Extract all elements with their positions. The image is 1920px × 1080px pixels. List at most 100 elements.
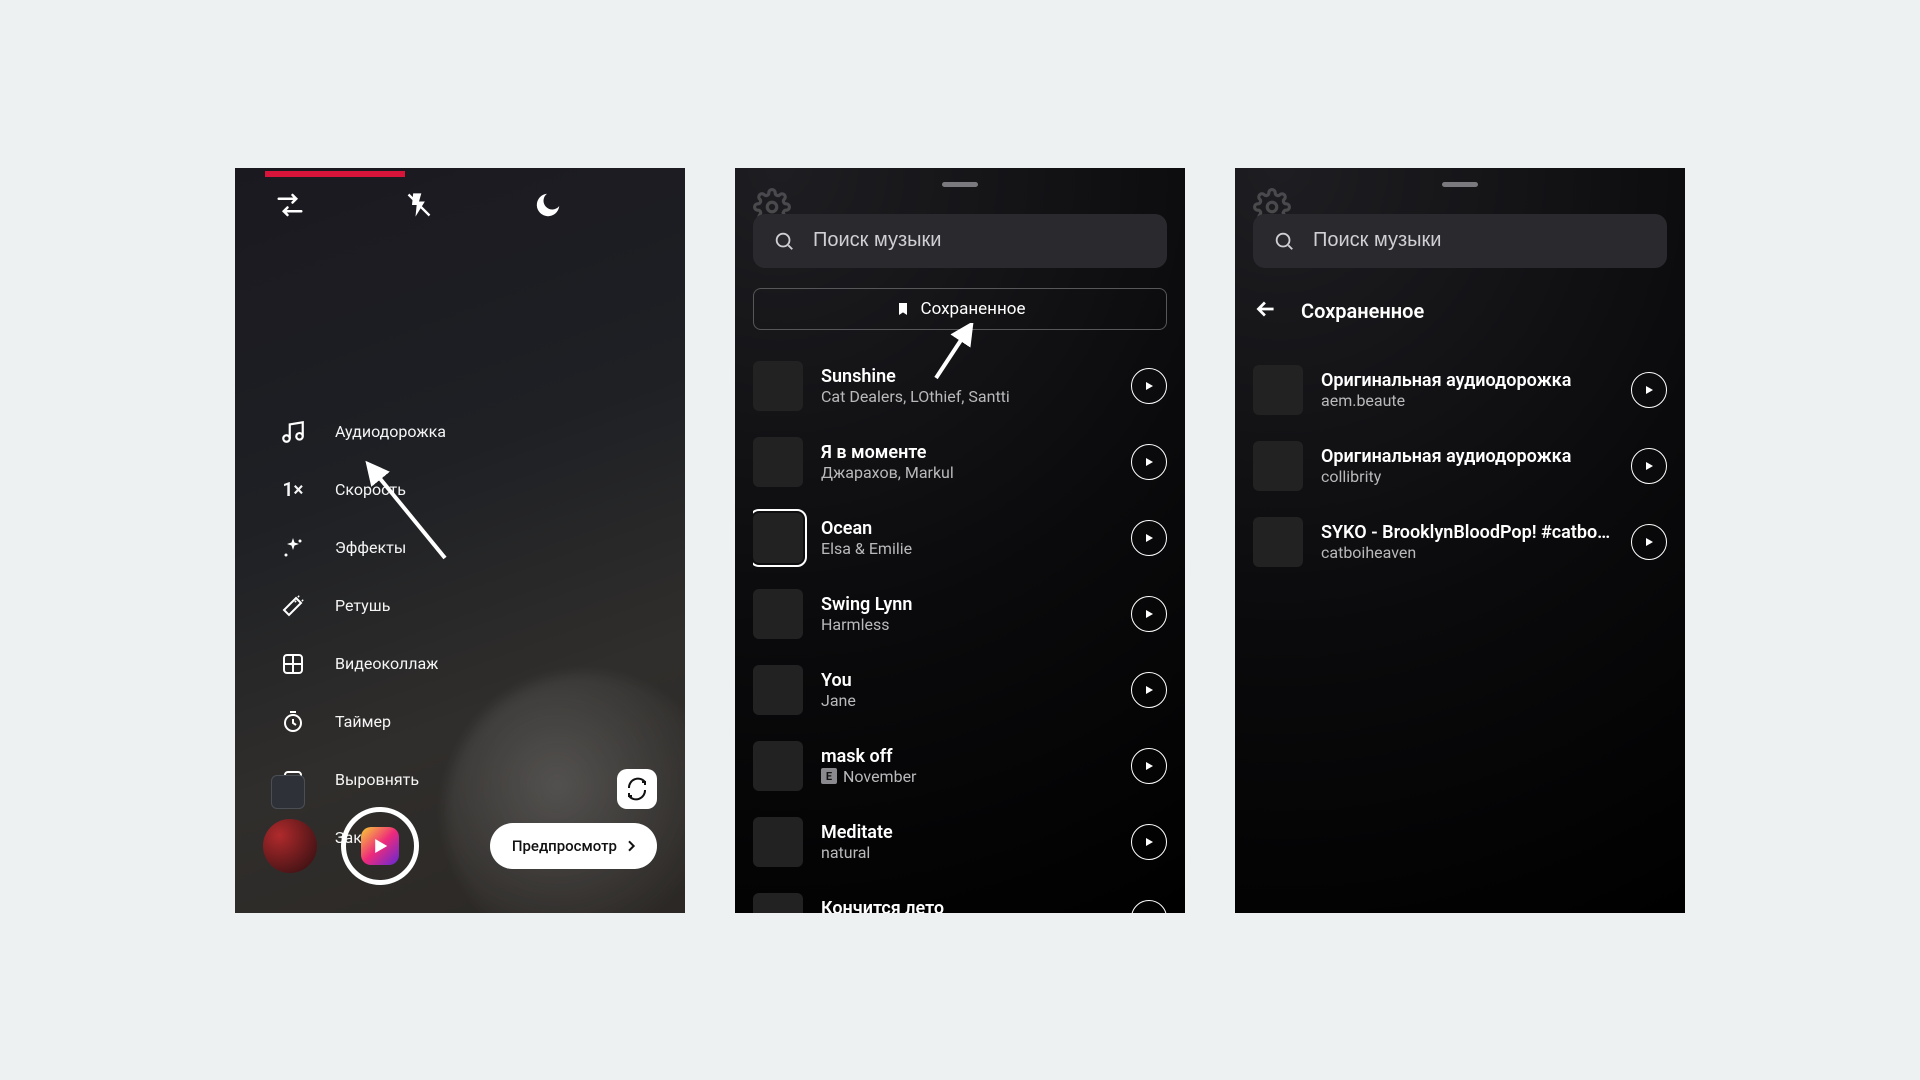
screen-saved-music: Сохраненное Оригинальная аудиодорожка ae…	[1235, 168, 1685, 913]
album-cover	[753, 361, 803, 411]
song-info: Swing Lynn Harmless	[821, 594, 1113, 634]
play-button[interactable]	[1131, 672, 1167, 708]
search-bar[interactable]	[1253, 214, 1667, 268]
play-icon	[1643, 384, 1655, 396]
timer-icon	[279, 708, 307, 736]
song-info: SYKO - BrooklynBloodPop! #catboiheaven c…	[1321, 522, 1613, 562]
decor-bar	[265, 171, 405, 177]
menu-timer[interactable]: Таймер	[279, 708, 446, 736]
search-bar[interactable]	[753, 214, 1167, 268]
album-cover	[753, 665, 803, 715]
song-info: Ocean Elsa & Emilie	[821, 518, 1113, 558]
play-button[interactable]	[1131, 596, 1167, 632]
song-info: Я в моменте Джарахов, Markul	[821, 442, 1113, 482]
drag-handle-icon[interactable]	[1442, 182, 1478, 187]
play-button[interactable]	[1631, 448, 1667, 484]
capture-button[interactable]	[341, 807, 419, 885]
back-button[interactable]	[1253, 296, 1279, 327]
search-input[interactable]	[813, 229, 1147, 252]
song-artist: catboiheaven	[1321, 543, 1613, 562]
play-button[interactable]	[1631, 372, 1667, 408]
song-info: Кончится лето Кино	[821, 898, 1113, 913]
song-list: Sunshine Cat Dealers, LOthief, Santti Я …	[753, 348, 1167, 913]
song-artist: Джарахов, Markul	[821, 463, 1113, 482]
album-cover	[1253, 517, 1303, 567]
swap-arrows-icon[interactable]	[275, 190, 305, 224]
album-cover	[753, 589, 803, 639]
menu-label: Эффекты	[335, 538, 406, 557]
menu-speed[interactable]: 1× Скорость	[279, 476, 446, 504]
menu-label: Скорость	[335, 480, 406, 499]
song-title: Ocean	[821, 518, 1113, 539]
menu-label: Выровнять	[335, 770, 419, 789]
play-button[interactable]	[1131, 748, 1167, 784]
album-cover	[753, 817, 803, 867]
menu-audio[interactable]: Аудиодорожка	[279, 418, 446, 446]
gallery-preview[interactable]	[271, 775, 305, 809]
song-row[interactable]: Sunshine Cat Dealers, LOthief, Santti	[753, 348, 1167, 424]
song-title: Я в моменте	[821, 442, 1113, 463]
music-note-icon	[279, 418, 307, 446]
song-row[interactable]: Meditate natural	[753, 804, 1167, 880]
play-icon	[1643, 460, 1655, 472]
song-info: You Jane	[821, 670, 1113, 710]
preview-button[interactable]: Предпросмотр	[490, 823, 657, 869]
flash-off-icon[interactable]	[405, 191, 433, 223]
play-icon	[1143, 836, 1155, 848]
song-row[interactable]: Ocean Elsa & Emilie	[753, 500, 1167, 576]
song-artist: natural	[821, 843, 1113, 862]
switch-camera-button[interactable]	[617, 769, 657, 809]
song-row[interactable]: SYKO - BrooklynBloodPop! #catboiheaven c…	[1253, 504, 1667, 580]
song-row[interactable]: mask off ENovember	[753, 728, 1167, 804]
night-mode-icon[interactable]	[533, 190, 563, 224]
play-button[interactable]	[1131, 900, 1167, 913]
song-row[interactable]: Оригинальная аудиодорожка collibrity	[1253, 428, 1667, 504]
screen-music-search: Сохраненное Sunshine Cat Dealers, LOthie…	[735, 168, 1185, 913]
song-artist: aem.beaute	[1321, 391, 1613, 410]
play-icon	[1143, 684, 1155, 696]
album-cover	[1253, 365, 1303, 415]
song-artist: ENovember	[821, 767, 1113, 786]
drag-handle-icon[interactable]	[942, 182, 978, 187]
song-row[interactable]: Я в моменте Джарахов, Markul	[753, 424, 1167, 500]
reels-icon	[361, 827, 399, 865]
song-title: SYKO - BrooklynBloodPop! #catboiheaven	[1321, 522, 1613, 543]
song-title: Оригинальная аудиодорожка	[1321, 370, 1613, 391]
menu-touchup[interactable]: Ретушь	[279, 592, 446, 620]
song-row[interactable]: Оригинальная аудиодорожка aem.beaute	[1253, 352, 1667, 428]
bottom-bar: Предпросмотр	[235, 807, 685, 885]
explicit-badge: E	[821, 768, 837, 784]
play-button[interactable]	[1131, 520, 1167, 556]
album-cover	[1253, 441, 1303, 491]
screen-reels-camera: Аудиодорожка 1× Скорость Эффекты Ретушь …	[235, 168, 685, 913]
menu-collage[interactable]: Видеоколлаж	[279, 650, 446, 678]
song-row[interactable]: Swing Lynn Harmless	[753, 576, 1167, 652]
saved-song-list: Оригинальная аудиодорожка aem.beaute Ори…	[1253, 352, 1667, 580]
play-button[interactable]	[1131, 824, 1167, 860]
song-title: Кончится лето	[821, 898, 1113, 913]
album-cover	[753, 741, 803, 791]
song-row[interactable]: LETO Кончится лето Кино	[753, 880, 1167, 913]
album-cover: LETO	[753, 893, 803, 913]
song-info: Оригинальная аудиодорожка aem.beaute	[1321, 370, 1613, 410]
song-title: You	[821, 670, 1113, 691]
song-artist: Cat Dealers, LOthief, Santti	[821, 387, 1113, 406]
song-artist: collibrity	[1321, 467, 1613, 486]
menu-effects[interactable]: Эффекты	[279, 534, 446, 562]
menu-label: Аудиодорожка	[335, 422, 446, 441]
song-title: Meditate	[821, 822, 1113, 843]
play-icon	[1643, 536, 1655, 548]
song-info: Оригинальная аудиодорожка collibrity	[1321, 446, 1613, 486]
preview-label: Предпросмотр	[512, 837, 617, 855]
song-row[interactable]: You Jane	[753, 652, 1167, 728]
play-button[interactable]	[1131, 444, 1167, 480]
play-icon	[1143, 912, 1155, 913]
saved-label: Сохраненное	[921, 299, 1026, 319]
saved-button[interactable]: Сохраненное	[753, 288, 1167, 330]
search-input[interactable]	[1313, 229, 1647, 252]
play-button[interactable]	[1631, 524, 1667, 560]
play-button[interactable]	[1131, 368, 1167, 404]
menu-label: Ретушь	[335, 596, 390, 615]
last-clip-thumbnail[interactable]	[263, 819, 317, 873]
speed-icon: 1×	[279, 476, 307, 504]
